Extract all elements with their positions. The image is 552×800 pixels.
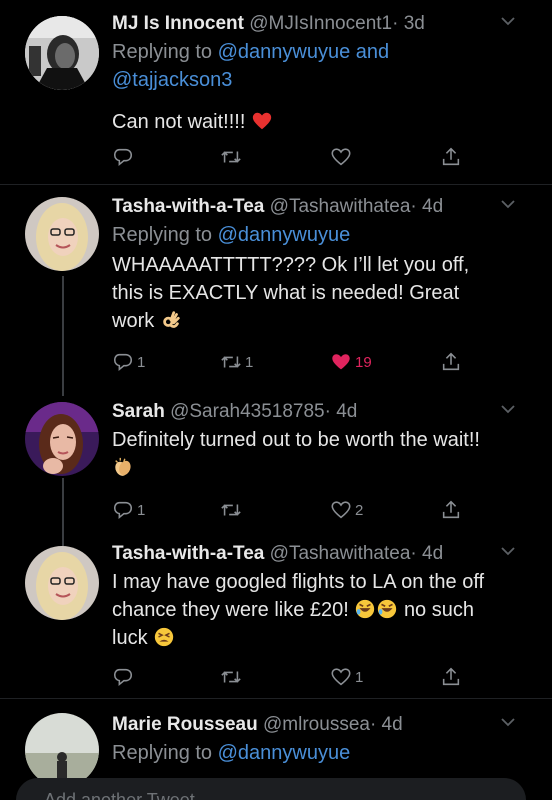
avatar[interactable] [25, 713, 99, 787]
tweet-2[interactable]: Tasha-with-a-Tea @Tashawithatea· 4d Repl… [0, 185, 552, 385]
reply-icon [113, 353, 133, 371]
retweet-icon [221, 151, 241, 163]
user-handle[interactable]: @Tashawithatea [270, 543, 411, 564]
tweet-4[interactable]: Tasha-with-a-Tea @Tashawithatea· 4d I ma… [0, 540, 552, 698]
mention-link[interactable]: @tajjackson3 [112, 69, 232, 91]
thread-line [62, 276, 64, 396]
share-icon [442, 667, 460, 686]
compose-tweet-input[interactable]: Add another Tweet [16, 778, 526, 800]
avatar[interactable] [25, 546, 99, 620]
heart-icon [331, 668, 351, 686]
tweet-text: I may have googled flights to LA on the … [112, 571, 485, 649]
reply-count: 1 [137, 501, 146, 519]
compose-placeholder: Add another Tweet [44, 790, 195, 800]
retweet-button[interactable] [220, 145, 242, 169]
share-icon [442, 500, 460, 519]
avatar[interactable] [25, 197, 99, 271]
share-icon [442, 147, 460, 166]
display-name[interactable]: Tasha-with-a-Tea [112, 196, 264, 217]
clapping-hands-icon [115, 457, 131, 476]
heart-filled-icon [332, 354, 350, 370]
timestamp: · 3d [392, 13, 425, 34]
retweet-icon [221, 356, 241, 368]
user-handle[interactable]: @MJIsInnocent1 [249, 13, 392, 34]
timestamp: · 4d [369, 714, 403, 735]
like-count: 2 [355, 501, 364, 519]
chevron-down-icon[interactable] [500, 544, 516, 558]
timestamp: · 4d [410, 196, 444, 217]
tired-face-icon [154, 627, 174, 647]
display-name[interactable]: Sarah [112, 401, 165, 422]
retweet-button[interactable]: 1 [220, 350, 253, 374]
user-handle[interactable]: @mlroussea [263, 714, 370, 735]
timestamp: · 4d [410, 543, 444, 564]
reply-count: 1 [137, 353, 146, 371]
reply-button[interactable] [112, 145, 134, 169]
tweet-header: Tasha-with-a-Tea @Tashawithatea· 4d [112, 195, 536, 219]
avatar[interactable] [25, 16, 99, 90]
ok-hand-icon [163, 311, 180, 328]
display-name[interactable]: MJ Is Innocent [112, 13, 244, 34]
share-button[interactable] [440, 498, 462, 522]
reply-icon [113, 668, 133, 686]
tweet-header: Marie Rousseau @mlroussea· 4d [112, 713, 536, 737]
chevron-down-icon[interactable] [500, 14, 516, 28]
mention-link[interactable]: @dannywuyue and [218, 41, 390, 63]
tweet-text: Can not wait!!!! [112, 108, 536, 136]
tweet-header: Sarah @Sarah43518785· 4d [112, 400, 536, 424]
tweet-5[interactable]: Marie Rousseau @mlroussea· 4d Replying t… [0, 699, 552, 787]
share-button[interactable] [440, 350, 462, 374]
tweet-header: Tasha-with-a-Tea @Tashawithatea· 4d [112, 542, 536, 566]
user-handle[interactable]: @Sarah43518785 [170, 401, 325, 422]
chevron-down-icon[interactable] [500, 402, 516, 416]
heart-icon [331, 501, 351, 519]
like-button[interactable]: 2 [330, 498, 363, 522]
reply-icon [113, 148, 133, 166]
rofl-icon [356, 599, 375, 619]
tweet-1[interactable]: MJ Is Innocent @MJIsInnocent1· 3d Replyi… [0, 0, 552, 185]
reply-button[interactable] [112, 665, 134, 689]
like-button[interactable] [330, 145, 352, 169]
like-button[interactable]: 1 [330, 665, 363, 689]
display-name[interactable]: Tasha-with-a-Tea [112, 543, 264, 564]
display-name[interactable]: Marie Rousseau [112, 714, 258, 735]
chevron-down-icon[interactable] [500, 715, 516, 729]
avatar[interactable] [25, 402, 99, 476]
share-icon [442, 352, 460, 371]
tweet-text: Definitely turned out to be worth the wa… [112, 426, 536, 482]
reply-button[interactable]: 1 [112, 498, 145, 522]
retweet-icon [221, 504, 241, 516]
like-count: 1 [355, 668, 364, 686]
mention-link[interactable]: @dannywuyue [218, 742, 351, 764]
tweet-header: MJ Is Innocent @MJIsInnocent1· 3d [112, 12, 536, 36]
red-heart-icon [252, 112, 272, 130]
heart-icon [331, 148, 351, 166]
replying-to: Replying to @dannywuyue [112, 224, 351, 246]
retweet-count: 1 [245, 353, 254, 371]
retweet-icon [221, 671, 241, 683]
tweet-text: WHAAAAATTTTT???? Ok I’ll let you off, th… [112, 254, 470, 332]
reply-button[interactable]: 1 [112, 350, 145, 374]
tweet-3[interactable]: Sarah @Sarah43518785· 4d Definitely turn… [0, 390, 552, 540]
like-count: 19 [355, 353, 372, 371]
retweet-button[interactable] [220, 498, 242, 522]
like-button[interactable]: 19 [330, 350, 372, 374]
share-button[interactable] [440, 145, 462, 169]
reply-icon [113, 501, 133, 519]
rofl-icon [378, 599, 397, 619]
thread-line [62, 478, 64, 548]
replying-to: Replying to @dannywuyue [112, 742, 351, 764]
replying-to: Replying to @dannywuyue and @tajjackson3 [112, 41, 390, 91]
timestamp: · 4d [324, 401, 358, 422]
share-button[interactable] [440, 665, 462, 689]
retweet-button[interactable] [220, 665, 242, 689]
chevron-down-icon[interactable] [500, 197, 516, 211]
user-handle[interactable]: @Tashawithatea [270, 196, 411, 217]
mention-link[interactable]: @dannywuyue [218, 224, 351, 246]
